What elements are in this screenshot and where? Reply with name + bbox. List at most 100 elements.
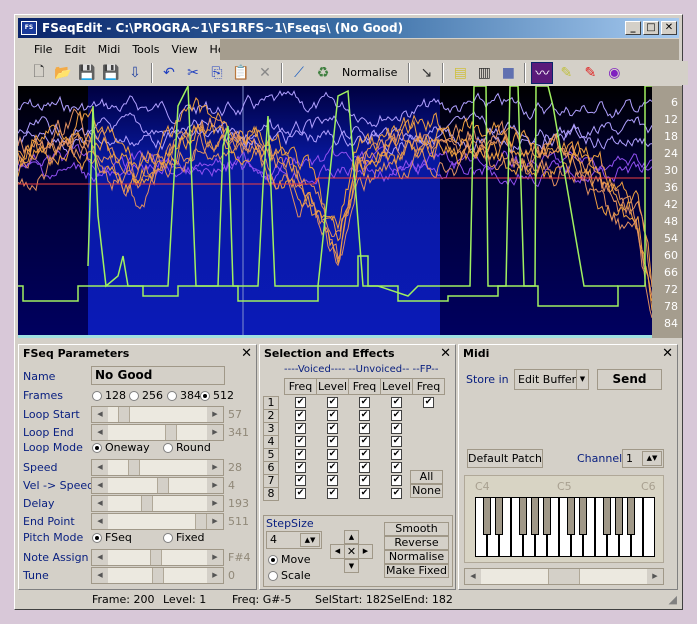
checkbox[interactable]: ✔ (327, 436, 338, 447)
checkbox[interactable]: ✔ (359, 488, 370, 499)
row-header[interactable]: 5 (263, 448, 279, 462)
frames-128-radio[interactable]: 128 (92, 389, 126, 402)
up-arrow-button[interactable]: ▲ (344, 530, 359, 544)
checkbox[interactable]: ✔ (327, 475, 338, 486)
none-button[interactable]: None (410, 484, 443, 498)
checkbox[interactable]: ✔ (359, 436, 370, 447)
make-fixed-button[interactable]: Make Fixed (384, 564, 449, 578)
checkbox[interactable]: ✔ (391, 449, 402, 460)
black-key[interactable] (567, 497, 575, 535)
checkbox[interactable]: ✔ (391, 410, 402, 421)
menu-tools[interactable]: Tools (126, 39, 165, 60)
copy-icon[interactable]: ⎘ (206, 62, 228, 84)
folder-icon[interactable]: ▤ (449, 62, 471, 84)
move-radio[interactable]: Move (268, 553, 311, 566)
save-icon[interactable]: 💾 (76, 62, 98, 84)
checkbox[interactable]: ✔ (359, 397, 370, 408)
slider-delay[interactable]: ◀ ▶ (91, 495, 224, 512)
undo-icon[interactable]: ↶ (158, 62, 180, 84)
row-header[interactable]: 1 (263, 396, 279, 410)
checkbox[interactable]: ✔ (391, 462, 402, 473)
black-key[interactable] (627, 497, 635, 535)
checkbox[interactable]: ✔ (295, 436, 306, 447)
black-key[interactable] (495, 497, 503, 535)
slider-loop-end[interactable]: ◀ ▶ (91, 424, 224, 441)
paste-icon[interactable]: 📋 (230, 62, 252, 84)
column-header[interactable]: Level (316, 378, 349, 395)
menu-midi[interactable]: Midi (92, 39, 127, 60)
checkbox[interactable]: ✔ (327, 488, 338, 499)
piano-icon[interactable]: ▥ (473, 62, 495, 84)
open-icon[interactable]: 📂 (52, 62, 74, 84)
column-header[interactable]: Freq (412, 378, 445, 395)
menu-file[interactable]: File (28, 39, 58, 60)
menu-view[interactable]: View (165, 39, 203, 60)
checkbox[interactable]: ✔ (295, 475, 306, 486)
pencil-icon[interactable]: ✎ (555, 62, 577, 84)
fseq-radio[interactable]: FSeq (92, 531, 132, 544)
checkbox[interactable]: ✔ (391, 436, 402, 447)
maximize-button[interactable]: □ (643, 21, 659, 35)
frames-384-radio[interactable]: 384 (167, 389, 201, 402)
reverse-button[interactable]: Reverse (384, 536, 449, 550)
black-key[interactable] (531, 497, 539, 535)
slider-note-assign[interactable]: ◀ ▶ (91, 549, 224, 566)
checkbox[interactable]: ✔ (295, 449, 306, 460)
checkbox[interactable]: ✔ (391, 423, 402, 434)
delete-icon[interactable]: ✕ (254, 62, 276, 84)
checkbox[interactable]: ✔ (327, 423, 338, 434)
slider-end-point[interactable]: ◀ ▶ (91, 513, 224, 530)
right-arrow-button[interactable]: ▶ (358, 544, 373, 559)
close-icon[interactable]: ✕ (662, 345, 673, 363)
checkbox[interactable]: ✔ (391, 475, 402, 486)
store-in-dropdown[interactable]: Edit Buffer ▼ (514, 369, 589, 390)
new-icon[interactable]: 🗋 (28, 62, 50, 84)
checkbox[interactable]: ✔ (359, 410, 370, 421)
scale-radio[interactable]: Scale (268, 569, 311, 582)
normalise-button[interactable]: Normalise (336, 62, 403, 84)
checkbox[interactable]: ✔ (359, 475, 370, 486)
white-key[interactable] (643, 497, 655, 557)
checkbox[interactable]: ✔ (327, 410, 338, 421)
row-header[interactable]: 4 (263, 435, 279, 449)
black-key[interactable] (483, 497, 491, 535)
smooth-button[interactable]: Smooth (384, 522, 449, 536)
black-key[interactable] (543, 497, 551, 535)
send-button[interactable]: Send (597, 369, 662, 390)
checkbox[interactable]: ✔ (359, 449, 370, 460)
checkbox[interactable]: ✔ (391, 397, 402, 408)
checkbox[interactable]: ✔ (327, 462, 338, 473)
round-radio[interactable]: Round (163, 441, 211, 454)
slider-tune[interactable]: ◀ ▶ (91, 567, 224, 584)
slider-loop-start[interactable]: ◀ ▶ (91, 406, 224, 423)
convert-icon[interactable]: ♻ (312, 62, 334, 84)
clear-x-button[interactable]: ✕ (344, 544, 359, 559)
name-input[interactable]: No Good (91, 366, 225, 385)
stepsize-spinner[interactable]: 4 ▲▼ (266, 531, 322, 549)
disc-icon[interactable]: ◉ (603, 62, 625, 84)
cut-icon[interactable]: ✂ (182, 62, 204, 84)
normalise-effect-button[interactable]: Normalise (384, 550, 449, 564)
fixed-radio[interactable]: Fixed (163, 531, 205, 544)
checkbox[interactable]: ✔ (295, 488, 306, 499)
resize-grip-icon[interactable]: ◢ (669, 591, 677, 608)
fseq-graph[interactable] (18, 86, 652, 338)
export-icon[interactable]: ⇩ (124, 62, 146, 84)
default-patch-button[interactable]: Default Patch (467, 449, 543, 468)
checkbox[interactable]: ✔ (295, 397, 306, 408)
graph-mode-icon[interactable]: 〰 (531, 62, 554, 84)
checkbox[interactable]: ✔ (327, 397, 338, 408)
oneway-radio[interactable]: Oneway (92, 441, 150, 454)
all-button[interactable]: All (410, 470, 443, 484)
checkbox[interactable]: ✔ (359, 462, 370, 473)
checkbox[interactable]: ✔ (295, 462, 306, 473)
save-as-icon[interactable]: 💾 (100, 62, 122, 84)
close-icon[interactable]: ✕ (241, 345, 252, 363)
curve-icon[interactable]: ⟋ (288, 62, 310, 84)
menu-edit[interactable]: Edit (58, 39, 91, 60)
left-arrow-button[interactable]: ◀ (330, 544, 345, 559)
display-icon[interactable]: ■ (497, 62, 519, 84)
down-arrow-button[interactable]: ▼ (344, 559, 359, 573)
black-key[interactable] (579, 497, 587, 535)
checkbox[interactable]: ✔ (391, 488, 402, 499)
